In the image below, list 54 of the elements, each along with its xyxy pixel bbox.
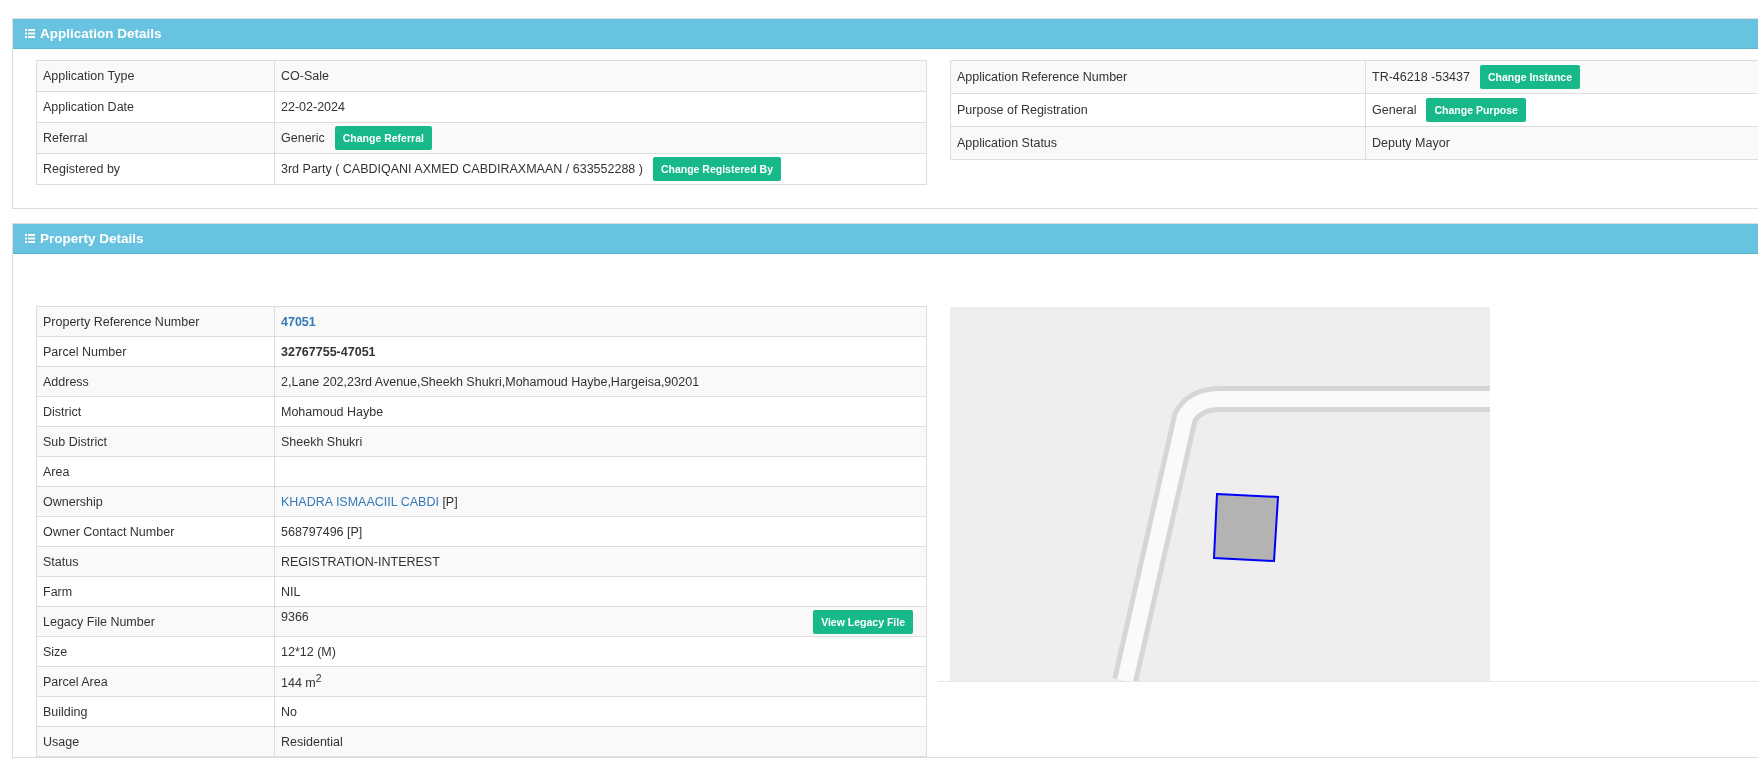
action-button[interactable]: Change Instance (1480, 65, 1580, 89)
list-icon (25, 29, 35, 38)
panel-title: Property Details (40, 231, 144, 246)
field-label: Application Status (957, 136, 1058, 150)
field-label: Area (43, 464, 70, 479)
parcel-outline (1212, 492, 1280, 563)
cell-value: Residential (281, 734, 343, 749)
field-label: Parcel Area (43, 674, 108, 689)
field-label: Usage (43, 734, 80, 749)
field-label: Status (43, 554, 79, 569)
field-label: Application Date (43, 100, 135, 114)
field-label: Registered by (43, 162, 121, 176)
cell-value: Deputy Mayor (1372, 136, 1450, 151)
field-label: Application Type (43, 69, 135, 83)
field-label: Referral (43, 131, 88, 145)
action-button[interactable]: Change Purpose (1426, 98, 1526, 122)
cell-value: TR-46218 -53437 (1372, 70, 1470, 84)
cell-value: 32767755-47051 (281, 344, 376, 359)
list-icon (25, 234, 35, 243)
field-label: Application Reference Number (957, 70, 1128, 84)
cell-value: No (281, 704, 297, 719)
cell-value: NIL (281, 584, 301, 599)
cell-value: Mohamoud Haybe (281, 404, 384, 419)
field-label: Farm (43, 584, 73, 599)
cell-value: 12*12 (M) (281, 644, 336, 659)
field-label: Ownership (43, 494, 103, 509)
cell-value: General (1372, 103, 1417, 117)
action-button[interactable]: Change Registered By (652, 157, 781, 181)
cell-value: 568797496 [P] (281, 524, 363, 539)
field-label: Address (43, 374, 89, 389)
cell-value: KHADRA ISMAACIIL CABDI [P] (281, 494, 458, 509)
action-button[interactable]: View Legacy File (813, 609, 913, 634)
cell-value: 144 m$^{2}$ (281, 672, 322, 691)
field-label: Purpose of Registration (957, 103, 1088, 117)
field-label: Parcel Number (43, 344, 127, 359)
cell-value: REGISTRATION-INTEREST (281, 554, 440, 569)
cell-value: Generic (281, 131, 325, 145)
value-link[interactable]: 47051 (281, 314, 316, 329)
cell-value: Sheekh Shukri (281, 434, 363, 449)
field-label: Owner Contact Number (43, 524, 175, 539)
cell-value: 22-02-2024 (281, 100, 345, 115)
field-label: District (43, 404, 82, 419)
cell-value: CO-Sale (281, 69, 329, 84)
cell-value: 2,Lane 202,23rd Avenue,Sheekh Shukri,Mohamoud Haybe,Hargeisa,90201 (281, 374, 700, 389)
field-label: Building (43, 704, 88, 719)
field-label: Property Reference Number (43, 314, 200, 329)
cell-value: 9366 (281, 610, 309, 625)
owner-link[interactable]: KHADRA ISMAACIIL CABDI (281, 494, 439, 509)
action-button[interactable]: Change Referral (334, 126, 432, 150)
field-label: Sub District (43, 434, 107, 449)
field-label: Legacy File Number (43, 614, 155, 629)
field-label: Size (43, 644, 68, 659)
cell-value: 3rd Party ( CABDIQANI AXMED CABDIRAXMAAN / 633552288 ) (281, 162, 643, 176)
panel-title: Application Details (40, 26, 162, 41)
